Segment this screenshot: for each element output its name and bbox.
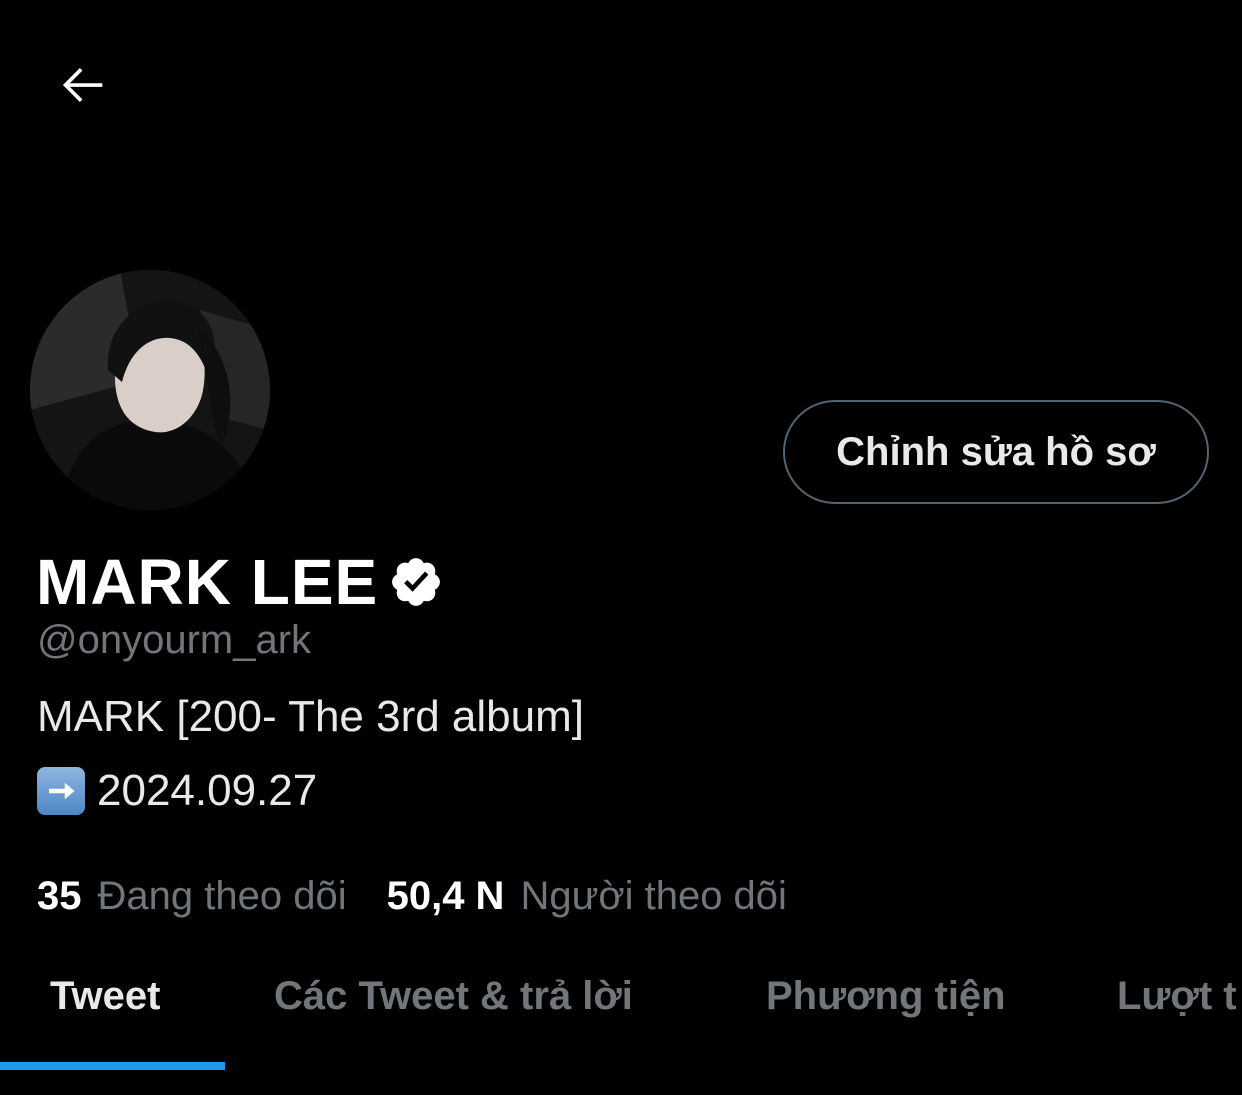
followers-count: 50,4 N (386, 874, 505, 918)
display-name-row: MARK LEE (36, 544, 444, 620)
tab-tweets-and-replies[interactable]: Các Tweet & trả lời (274, 940, 633, 1052)
arrow-left-icon (62, 68, 103, 102)
bio-line-1: MARK [200- The 3rd album] (37, 692, 584, 741)
following-count: 35 (37, 874, 82, 918)
active-tab-indicator (0, 1062, 225, 1070)
display-name: MARK LEE (36, 546, 379, 618)
followers-label: Người theo dõi (520, 874, 787, 918)
tab-tweets[interactable]: Tweet (50, 940, 160, 1052)
bio-line-2: 2024.09.27 (97, 766, 318, 815)
profile-tabs: Tweet Các Tweet & trả lời Phương tiện Lư… (0, 940, 1242, 1075)
profile-handle: @onyourm_ark (37, 618, 312, 662)
right-arrow-emoji-icon (37, 767, 85, 815)
followers-stat[interactable]: 50,4 N Người theo dõi (387, 874, 787, 919)
back-button[interactable] (52, 54, 114, 116)
edit-profile-button[interactable]: Chỉnh sửa hồ sơ (783, 400, 1209, 504)
profile-photo (30, 270, 270, 510)
following-label: Đang theo dõi (97, 874, 347, 918)
tab-media[interactable]: Phương tiện (766, 940, 1006, 1052)
bio-line-2-row: 2024.09.27 (37, 766, 317, 816)
follow-stats: 35 Đang theo dõi 50,4 N Người theo dõi (37, 874, 787, 919)
following-stat[interactable]: 35 Đang theo dõi (37, 874, 347, 919)
verified-badge-icon (392, 558, 441, 606)
avatar[interactable] (30, 270, 270, 510)
tab-likes[interactable]: Lượt t (1117, 940, 1237, 1052)
